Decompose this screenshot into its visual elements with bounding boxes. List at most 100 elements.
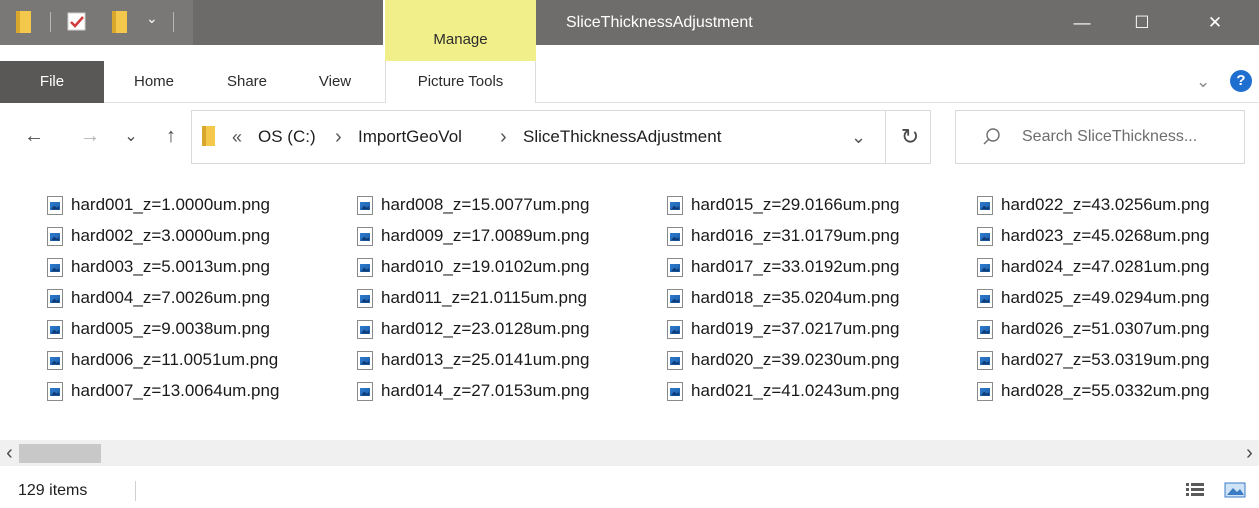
file-item[interactable]: hard006_z=11.0051um.png bbox=[47, 347, 278, 373]
folder-icon[interactable] bbox=[14, 10, 36, 34]
png-file-icon bbox=[667, 257, 683, 277]
file-name: hard009_z=17.0089um.png bbox=[381, 226, 590, 245]
file-item[interactable]: hard014_z=27.0153um.png bbox=[357, 378, 589, 404]
file-item[interactable]: hard022_z=43.0256um.png bbox=[977, 192, 1209, 218]
tab-home[interactable]: Home bbox=[118, 61, 190, 103]
file-name: hard017_z=33.0192um.png bbox=[691, 257, 900, 276]
png-file-icon bbox=[47, 350, 63, 370]
search-placeholder[interactable]: Search SliceThickness... bbox=[1022, 110, 1197, 164]
png-file-icon bbox=[47, 319, 63, 339]
file-name: hard026_z=51.0307um.png bbox=[1001, 319, 1210, 338]
png-file-icon bbox=[667, 319, 683, 339]
png-file-icon bbox=[977, 195, 993, 215]
file-item[interactable]: hard016_z=31.0179um.png bbox=[667, 223, 899, 249]
file-name: hard002_z=3.0000um.png bbox=[71, 226, 270, 245]
file-item[interactable]: hard021_z=41.0243um.png bbox=[667, 378, 899, 404]
file-name: hard022_z=43.0256um.png bbox=[1001, 195, 1210, 214]
file-name: hard011_z=21.0115um.png bbox=[381, 288, 587, 307]
file-name: hard007_z=13.0064um.png bbox=[71, 381, 280, 400]
file-item[interactable]: hard008_z=15.0077um.png bbox=[357, 192, 589, 218]
file-item[interactable]: hard018_z=35.0204um.png bbox=[667, 285, 899, 311]
file-name: hard005_z=9.0038um.png bbox=[71, 319, 270, 338]
file-name: hard016_z=31.0179um.png bbox=[691, 226, 900, 245]
file-item[interactable]: hard009_z=17.0089um.png bbox=[357, 223, 589, 249]
file-item[interactable]: hard010_z=19.0102um.png bbox=[357, 254, 589, 280]
file-item[interactable]: hard024_z=47.0281um.png bbox=[977, 254, 1209, 280]
file-item[interactable]: hard007_z=13.0064um.png bbox=[47, 378, 279, 404]
file-name: hard014_z=27.0153um.png bbox=[381, 381, 590, 400]
file-name: hard024_z=47.0281um.png bbox=[1001, 257, 1210, 276]
file-name: hard003_z=5.0013um.png bbox=[71, 257, 270, 276]
file-item[interactable]: hard023_z=45.0268um.png bbox=[977, 223, 1209, 249]
address-dropdown-icon[interactable]: ⌄ bbox=[851, 110, 866, 164]
png-file-icon bbox=[357, 381, 373, 401]
file-item[interactable]: hard004_z=7.0026um.png bbox=[47, 285, 270, 311]
file-item[interactable]: hard002_z=3.0000um.png bbox=[47, 223, 270, 249]
breadcrumb-os-c[interactable]: OS (C:) bbox=[258, 110, 316, 164]
maximize-button[interactable]: ☐ bbox=[1113, 0, 1171, 45]
breadcrumb-importgeovol[interactable]: ImportGeoVol bbox=[358, 110, 462, 164]
scroll-left-button[interactable]: ‹ bbox=[0, 440, 19, 466]
new-folder-icon[interactable] bbox=[110, 10, 132, 34]
file-item[interactable]: hard027_z=53.0319um.png bbox=[977, 347, 1209, 373]
png-file-icon bbox=[357, 319, 373, 339]
file-item[interactable]: hard015_z=29.0166um.png bbox=[667, 192, 899, 218]
file-item[interactable]: hard025_z=49.0294um.png bbox=[977, 285, 1209, 311]
recent-locations-button[interactable]: ⌄ bbox=[120, 118, 142, 154]
png-file-icon bbox=[47, 226, 63, 246]
scrollbar-thumb[interactable] bbox=[19, 444, 101, 463]
file-name: hard023_z=45.0268um.png bbox=[1001, 226, 1210, 245]
window-title: SliceThicknessAdjustment bbox=[566, 14, 753, 31]
breadcrumb-separator[interactable]: › bbox=[335, 110, 342, 164]
chevron-down-icon[interactable]: ⌄ bbox=[1196, 72, 1210, 92]
file-name: hard021_z=41.0243um.png bbox=[691, 381, 900, 400]
file-item[interactable]: hard020_z=39.0230um.png bbox=[667, 347, 899, 373]
png-file-icon bbox=[667, 226, 683, 246]
details-view-icon[interactable] bbox=[1185, 480, 1207, 500]
breadcrumb-separator[interactable]: › bbox=[500, 110, 507, 164]
file-item[interactable]: hard017_z=33.0192um.png bbox=[667, 254, 899, 280]
tab-manage[interactable]: Manage bbox=[385, 0, 536, 57]
scroll-right-button[interactable]: › bbox=[1240, 440, 1259, 466]
file-item[interactable]: hard003_z=5.0013um.png bbox=[47, 254, 270, 280]
png-file-icon bbox=[977, 350, 993, 370]
large-icons-view-icon[interactable] bbox=[1224, 480, 1246, 500]
up-button[interactable]: ↑ bbox=[158, 118, 184, 154]
file-item[interactable]: hard012_z=23.0128um.png bbox=[357, 316, 589, 342]
png-file-icon bbox=[47, 288, 63, 308]
help-icon[interactable]: ? bbox=[1230, 70, 1252, 92]
file-item[interactable]: hard028_z=55.0332um.png bbox=[977, 378, 1209, 404]
file-item[interactable]: hard001_z=1.0000um.png bbox=[47, 192, 270, 218]
minimize-button[interactable]: — bbox=[1053, 0, 1111, 45]
file-item[interactable]: hard019_z=37.0217um.png bbox=[667, 316, 899, 342]
file-name: hard012_z=23.0128um.png bbox=[381, 319, 590, 338]
back-button[interactable]: ← bbox=[20, 118, 48, 154]
tab-share[interactable]: Share bbox=[212, 61, 282, 103]
properties-icon[interactable] bbox=[66, 11, 88, 33]
divider bbox=[885, 110, 886, 164]
tab-picture-tools[interactable]: Picture Tools bbox=[385, 61, 536, 103]
file-list: hard001_z=1.0000um.png hard002_z=3.0000um… bbox=[0, 180, 1259, 440]
tab-view[interactable]: View bbox=[304, 61, 366, 103]
divider bbox=[135, 481, 136, 501]
png-file-icon bbox=[667, 350, 683, 370]
file-item[interactable]: hard026_z=51.0307um.png bbox=[977, 316, 1209, 342]
horizontal-scrollbar[interactable] bbox=[0, 440, 1259, 466]
png-file-icon bbox=[357, 226, 373, 246]
file-item[interactable]: hard005_z=9.0038um.png bbox=[47, 316, 270, 342]
file-item[interactable]: hard013_z=25.0141um.png bbox=[357, 347, 589, 373]
refresh-button[interactable]: ↻ bbox=[897, 110, 923, 164]
file-item[interactable]: hard011_z=21.0115um.png bbox=[357, 285, 587, 311]
tab-file[interactable]: File bbox=[0, 61, 104, 103]
title-bar: ⌄ Manage SliceThicknessAdjustment — ☐ ✕ bbox=[0, 0, 1259, 61]
overflow-chevron[interactable]: « bbox=[232, 110, 242, 164]
search-icon bbox=[983, 128, 1000, 145]
file-name: hard001_z=1.0000um.png bbox=[71, 195, 270, 214]
close-button[interactable]: ✕ bbox=[1186, 0, 1244, 45]
png-file-icon bbox=[667, 288, 683, 308]
breadcrumb-slicethicknessadjustment[interactable]: SliceThicknessAdjustment bbox=[523, 110, 721, 164]
forward-button[interactable]: → bbox=[76, 118, 104, 154]
file-name: hard006_z=11.0051um.png bbox=[71, 350, 279, 369]
customize-quick-access-icon[interactable]: ⌄ bbox=[146, 10, 158, 27]
file-name: hard025_z=49.0294um.png bbox=[1001, 288, 1210, 307]
